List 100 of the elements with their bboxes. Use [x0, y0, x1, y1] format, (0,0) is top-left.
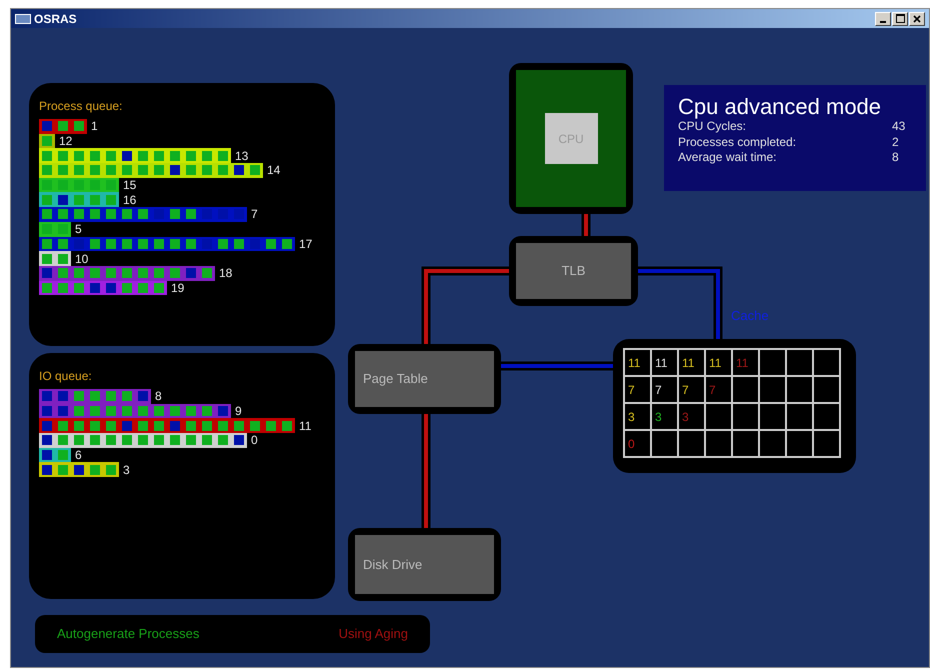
process-block	[138, 268, 148, 278]
maximize-icon	[896, 14, 904, 23]
process-block	[122, 406, 132, 416]
cache-entry: 3	[628, 410, 635, 424]
minimize-button[interactable]	[875, 12, 891, 26]
process-number: 15	[123, 179, 136, 192]
option-toggle[interactable]: Autogenerate Processes	[57, 624, 200, 644]
process-block	[154, 406, 164, 416]
process-block	[74, 435, 84, 446]
process-block	[170, 209, 180, 220]
process-number: 18	[219, 267, 232, 280]
process-number: 8	[155, 390, 162, 402]
process-block	[234, 238, 244, 249]
close-icon	[913, 14, 921, 22]
process-block	[106, 406, 116, 416]
queue-title: IO queue:	[39, 368, 93, 385]
process-block	[218, 209, 228, 220]
process-block	[170, 238, 180, 249]
cache-entry: 3	[655, 410, 662, 424]
process-block	[282, 420, 292, 431]
process-block	[170, 406, 180, 416]
process-block	[218, 435, 228, 446]
process-block	[90, 194, 100, 205]
process-block	[122, 391, 132, 402]
stat-value: 8	[892, 150, 900, 166]
process-block	[58, 391, 68, 402]
process-block	[106, 150, 116, 161]
process-block	[122, 209, 132, 220]
process-block	[42, 268, 52, 278]
process-block	[106, 435, 116, 446]
process-block	[218, 406, 228, 416]
stat-label: CPU Cycles:	[678, 119, 746, 135]
process-block	[202, 165, 212, 176]
process-block	[58, 435, 68, 446]
process-block	[90, 180, 100, 190]
process-block	[202, 406, 212, 416]
process-block	[58, 464, 68, 475]
process-number: 5	[75, 223, 82, 236]
process-block	[122, 420, 132, 431]
process-block	[154, 238, 164, 249]
process-block	[122, 150, 132, 161]
maximize-button[interactable]	[892, 12, 908, 26]
process-block	[74, 150, 84, 161]
cache-entry: 7	[655, 382, 662, 396]
process-block	[42, 165, 52, 176]
cache-entry: 3	[682, 410, 689, 424]
process-block	[234, 165, 244, 176]
process-number: 1	[91, 120, 98, 132]
tlb-box: TLB	[516, 243, 631, 299]
process-block	[106, 194, 116, 205]
cache-entry: 11	[655, 356, 668, 370]
cache-entry: 11	[682, 356, 694, 370]
process-block	[266, 238, 276, 249]
process-block	[42, 121, 52, 132]
process-block	[74, 282, 84, 293]
process-block	[186, 268, 196, 278]
process-block	[202, 150, 212, 161]
process-block	[154, 282, 164, 293]
process-block	[90, 391, 100, 402]
process-block	[42, 180, 52, 190]
stat-label: Average wait time:	[678, 150, 776, 166]
process-block	[186, 435, 196, 446]
process-block	[106, 268, 116, 278]
process-block	[250, 238, 260, 249]
process-block	[90, 406, 100, 416]
process-block	[122, 435, 132, 446]
process-block	[186, 238, 196, 249]
process-block	[250, 420, 260, 431]
close-button[interactable]	[909, 12, 925, 26]
process-block	[106, 180, 116, 190]
process-block	[186, 406, 196, 416]
process-block	[154, 165, 164, 176]
process-block	[42, 150, 52, 161]
process-block	[170, 165, 180, 176]
process-block	[58, 209, 68, 220]
process-block	[58, 420, 68, 431]
process-block	[202, 238, 212, 249]
process-block	[42, 391, 52, 402]
process-block	[90, 209, 100, 220]
process-block	[42, 406, 52, 416]
stats-title: Cpu advanced mode	[678, 95, 882, 120]
process-block	[218, 238, 228, 249]
process-block	[90, 420, 100, 431]
cache-entry: 11	[709, 356, 722, 370]
page-table-box: Page Table	[355, 351, 494, 407]
process-block	[90, 464, 100, 475]
process-block	[138, 420, 148, 431]
process-block	[234, 435, 244, 446]
process-number: 3	[123, 464, 130, 476]
process-block	[122, 282, 132, 293]
process-block	[74, 268, 84, 278]
process-block	[154, 150, 164, 161]
process-block	[250, 165, 260, 176]
process-block	[202, 420, 212, 431]
process-block	[170, 435, 180, 446]
process-block	[90, 238, 100, 249]
process-block	[42, 282, 52, 293]
process-block	[42, 238, 52, 249]
process-block	[90, 435, 100, 446]
process-block	[90, 282, 100, 293]
